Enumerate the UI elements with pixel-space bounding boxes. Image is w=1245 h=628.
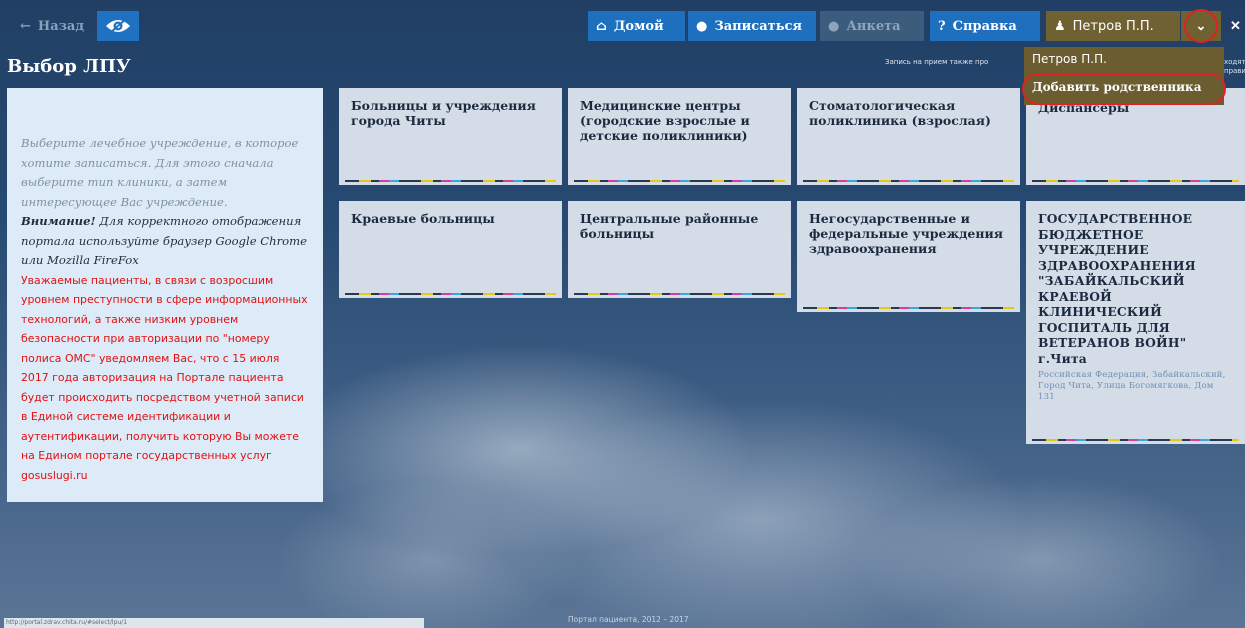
- menu-item-current-user[interactable]: Петров П.П.: [1032, 52, 1107, 66]
- warning-title: Внимание!: [21, 214, 96, 228]
- highlight-ring-chevron: [1184, 9, 1218, 43]
- page-title: Выбор ЛПУ: [7, 56, 131, 77]
- card-title: Медицинские центры (городские взрослые и…: [580, 98, 750, 143]
- category-card-regional-hospitals[interactable]: Краевые больницы: [339, 201, 562, 298]
- info-warning: Внимание! Для корректного отображения по…: [21, 212, 309, 271]
- eye-icon: [106, 18, 130, 34]
- category-card-medical-centers[interactable]: Медицинские центры (городские взрослые и…: [568, 88, 791, 185]
- help-label: Справка: [952, 18, 1017, 34]
- signup-label: Записаться: [714, 18, 803, 34]
- card-address: Российская Федерация, Забайкальский, Гор…: [1038, 370, 1226, 402]
- clinic-card-veterans-hospital[interactable]: ГОСУДАРСТВЕННОЕ БЮДЖЕТНОЕ УЧРЕЖДЕНИЕ ЗДР…: [1026, 201, 1245, 444]
- help-button[interactable]: ? Справка: [930, 11, 1040, 41]
- copyright-text: Портал пациента, 2012 – 2017: [568, 615, 689, 624]
- category-card-district-hospitals[interactable]: Центральные районные больницы: [568, 201, 791, 298]
- security-notice: Уважаемые пациенты, в связи с возросшим …: [21, 273, 308, 482]
- category-card-city-hospitals[interactable]: Больницы и учреждения города Читы: [339, 88, 562, 185]
- category-card-dental-clinic[interactable]: Стоматологическая поликлиника (взрослая): [797, 88, 1020, 185]
- card-title: Краевые больницы: [351, 211, 495, 226]
- profile-label: Анкета: [846, 18, 901, 34]
- highlight-ring-add-relative: [1022, 73, 1226, 105]
- back-label: Назад: [37, 18, 84, 34]
- app-frame: ← Назад ⌂ Домой ● Записаться ● Анкета ? …: [0, 0, 1245, 628]
- chat-bubble-icon: ●: [696, 18, 708, 34]
- home-button[interactable]: ⌂ Домой: [588, 11, 685, 41]
- back-button[interactable]: ← Назад: [12, 11, 92, 41]
- top-navigation-bar: ← Назад ⌂ Домой ● Записаться ● Анкета ? …: [0, 8, 1245, 46]
- home-icon: ⌂: [596, 18, 607, 34]
- category-card-private-federal[interactable]: Негосударственные и федеральные учрежден…: [797, 201, 1020, 312]
- close-button[interactable]: ✕: [1226, 11, 1245, 41]
- info-panel: Выберите лечебное учреждение, в которое …: [7, 88, 323, 502]
- arrow-left-icon: ←: [20, 18, 31, 34]
- close-icon: ✕: [1230, 18, 1241, 34]
- home-label: Домой: [613, 18, 664, 34]
- card-title: Центральные районные больницы: [580, 211, 759, 241]
- user-menu-button[interactable]: ♟ Петров П.П.: [1046, 11, 1180, 41]
- question-icon: ?: [938, 18, 946, 34]
- accessibility-toggle-button[interactable]: [97, 11, 139, 41]
- profile-button[interactable]: ● Анкета: [820, 11, 924, 41]
- profile-icon: ●: [828, 18, 840, 34]
- info-intro: Выберите лечебное учреждение, в которое …: [21, 136, 299, 209]
- user-label: Петров П.П.: [1072, 18, 1154, 34]
- card-title: ГОСУДАРСТВЕННОЕ БЮДЖЕТНОЕ УЧРЕЖДЕНИЕ ЗДР…: [1038, 211, 1196, 366]
- status-bar-url: http://portal.zdrav.chita.ru/#select/lpu…: [4, 618, 424, 628]
- cut-off-notice-text: ходятся правил: [1224, 58, 1245, 75]
- card-title: Больницы и учреждения города Читы: [351, 98, 536, 128]
- notice-text: Запись на прием также про: [885, 58, 989, 66]
- signup-button[interactable]: ● Записаться: [688, 11, 816, 41]
- user-icon: ♟: [1054, 18, 1066, 34]
- card-title: Стоматологическая поликлиника (взрослая): [809, 98, 991, 128]
- card-title: Негосударственные и федеральные учрежден…: [809, 211, 1004, 256]
